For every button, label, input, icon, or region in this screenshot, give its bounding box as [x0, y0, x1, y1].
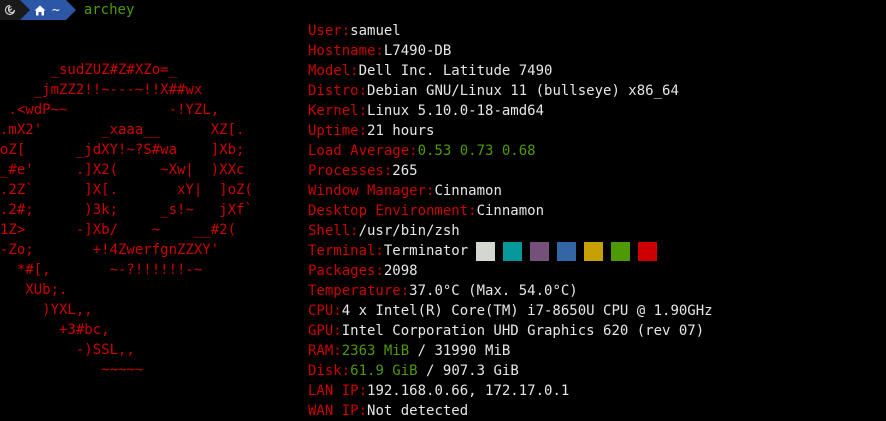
- info-row: Window Manager: Cinnamon: [308, 181, 878, 201]
- prompt-command: archey: [83, 2, 135, 18]
- info-separator: /: [409, 343, 435, 359]
- info-total-value: 31990 MiB: [434, 343, 511, 359]
- prompt-separator-2: [65, 0, 76, 20]
- info-key: Uptime:: [308, 123, 368, 139]
- shell-prompt: ~ archey: [0, 0, 134, 20]
- logo-line: ~~~~~: [0, 362, 144, 378]
- info-value: Dell Inc. Latitude 7490: [358, 63, 553, 79]
- color-swatch: [530, 241, 550, 261]
- logo-line: _sudZUZ#Z#XZo=_: [0, 62, 178, 78]
- info-row: Temperature: 37.0°C (Max. 54.0°C): [308, 281, 878, 301]
- info-key: RAM:: [308, 343, 342, 359]
- info-key: Processes:: [308, 163, 393, 179]
- logo-line: )YXL,,: [0, 302, 93, 318]
- info-key: Load Average:: [308, 143, 418, 159]
- info-key: Hostname:: [308, 43, 384, 59]
- info-key: Temperature:: [308, 283, 410, 299]
- info-row: RAM: 2363 MiB / 31990 MiB: [308, 341, 878, 361]
- info-row: Shell: /usr/bin/zsh: [308, 221, 878, 241]
- info-key: WAN IP:: [308, 403, 368, 419]
- info-key: CPU:: [308, 303, 342, 319]
- info-value: 2098: [383, 263, 418, 279]
- info-row: CPU: 4 x Intel(R) Core(TM) i7-8650U CPU …: [308, 301, 878, 321]
- logo-line: XUb;.: [0, 282, 68, 298]
- logo-line: .<wdP~~ -!YZL,: [0, 102, 220, 118]
- color-swatch: [584, 241, 604, 261]
- logo-line: .2Z` ]X[. xY| ]oZ(: [0, 182, 253, 198]
- color-swatch: [638, 241, 658, 261]
- info-row: Hostname: L7490-DB: [308, 41, 878, 61]
- info-total-value: 907.3 GiB: [442, 363, 519, 379]
- logo-line: -Zo; +!4ZwerfgnZZXY': [0, 242, 220, 258]
- logo-line: +3#bc,: [0, 322, 110, 338]
- info-key: Disk:: [308, 363, 351, 379]
- logo-line: _#e' .]X2( ~Xw| )XXc: [0, 162, 245, 178]
- terminal-color-palette: [476, 241, 658, 261]
- info-row: Uptime: 21 hours: [308, 121, 878, 141]
- info-key: User:: [308, 23, 351, 39]
- info-value: 21 hours: [367, 123, 435, 139]
- prompt-directory: ~: [52, 2, 60, 18]
- info-row: Packages: 2098: [308, 261, 878, 281]
- info-key: Distro:: [308, 83, 368, 99]
- info-value: Cinnamon: [434, 183, 502, 199]
- info-row: GPU: Intel Corporation UHD Graphics 620 …: [308, 321, 878, 341]
- info-row: Terminal: Terminator: [308, 241, 878, 261]
- info-value: Intel Corporation UHD Graphics 620 (rev …: [341, 323, 705, 339]
- info-key: Packages:: [308, 263, 384, 279]
- color-swatch: [476, 241, 496, 261]
- debian-icon: [0, 0, 20, 20]
- info-row: Processes: 265: [308, 161, 878, 181]
- info-value: 4 x Intel(R) Core(TM) i7-8650U CPU @ 1.9…: [341, 303, 713, 319]
- info-key: Kernel:: [308, 103, 368, 119]
- home-icon: [34, 5, 46, 15]
- info-key: LAN IP:: [308, 383, 368, 399]
- logo-line: oZ[ _jdXY!~?S#wa ]Xb;: [0, 142, 245, 158]
- info-key: Terminal:: [308, 243, 384, 259]
- system-info: User: samuel Hostname: L7490-DB Model: Del…: [308, 21, 878, 421]
- info-row: User: samuel: [308, 21, 878, 41]
- info-row: Desktop Environment: Cinnamon: [308, 201, 878, 221]
- logo-line: _jmZZ2!!~---~!!X##wx: [0, 82, 203, 98]
- debian-ascii-logo: _sudZUZ#Z#XZo=_ _jmZZ2!!~---~!!X##wx .<w…: [0, 60, 253, 380]
- info-used-value: 61.9 GiB: [350, 363, 418, 379]
- color-swatch: [611, 241, 631, 261]
- info-key: Desktop Environment:: [308, 203, 477, 219]
- info-row: Distro: Debian GNU/Linux 11 (bullseye) x…: [308, 81, 878, 101]
- info-row: Disk: 61.9 GiB / 907.3 GiB: [308, 361, 878, 381]
- logo-line: 1Z> -]Xb/ ~ __#2(: [0, 222, 237, 238]
- info-separator: /: [417, 363, 443, 379]
- info-row: LAN IP: 192.168.0.66, 172.17.0.1: [308, 381, 878, 401]
- info-value: samuel: [350, 23, 401, 39]
- color-swatch: [557, 241, 577, 261]
- prompt-dir-segment: ~: [30, 0, 66, 20]
- prompt-separator-1: [20, 0, 30, 20]
- info-row: Load Average: 0.53 0.73 0.68: [308, 141, 878, 161]
- info-row: Model: Dell Inc. Latitude 7490: [308, 61, 878, 81]
- info-key: GPU:: [308, 323, 342, 339]
- info-value: 192.168.0.66, 172.17.0.1: [367, 383, 570, 399]
- info-value: 265: [392, 163, 418, 179]
- info-value: 37.0°C (Max. 54.0°C): [409, 283, 578, 299]
- info-value: Debian GNU/Linux 11 (bullseye) x86_64: [367, 83, 679, 99]
- info-row: Kernel: Linux 5.10.0-18-amd64: [308, 101, 878, 121]
- info-value: /usr/bin/zsh: [358, 223, 460, 239]
- info-value: L7490-DB: [383, 43, 452, 59]
- info-value: 0.53 0.73 0.68: [417, 143, 536, 159]
- logo-line: .mX2' _xaaa__ XZ[.: [0, 122, 245, 138]
- logo-line: *#[, ~-?!!!!!!-~: [0, 262, 203, 278]
- info-key: Window Manager:: [308, 183, 435, 199]
- info-key: Model:: [308, 63, 359, 79]
- info-value: Cinnamon: [476, 203, 545, 219]
- info-value: Terminator: [383, 243, 469, 259]
- info-key: Shell:: [308, 223, 359, 239]
- debian-swirl-icon: [4, 4, 16, 16]
- color-swatch: [503, 241, 523, 261]
- info-value: Not detected: [367, 403, 469, 419]
- info-row: WAN IP: Not detected: [308, 401, 878, 421]
- info-value: Linux 5.10.0-18-amd64: [367, 103, 545, 119]
- logo-line: -)SSL,,: [0, 342, 135, 358]
- info-used-value: 2363 MiB: [341, 343, 410, 359]
- logo-line: .2#; )3k; _s!~ jXf`: [0, 202, 253, 218]
